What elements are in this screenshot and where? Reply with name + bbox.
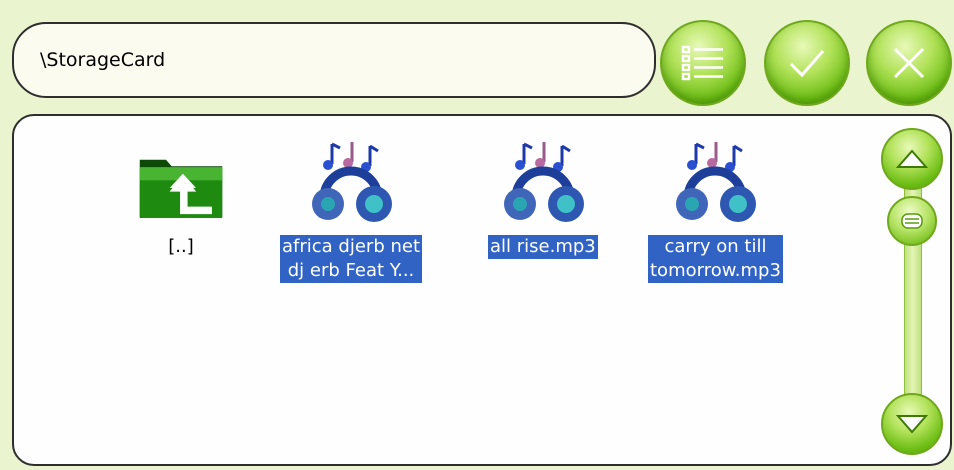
grip-icon — [901, 213, 923, 229]
scroll-up-button[interactable] — [881, 128, 943, 190]
triangle-up-icon — [895, 149, 929, 168]
file-label: [..] — [168, 236, 194, 257]
file-label: africa djerb net dj erb Feat Y... — [280, 235, 423, 283]
headphones-music-icon — [498, 140, 588, 230]
file-browser-panel: [..] africa djerb net dj erb Feat Y... a… — [12, 114, 952, 466]
file-item-parent[interactable]: [..] — [136, 140, 226, 259]
file-item-audio[interactable]: carry on till tomorrow.mp3 — [648, 140, 783, 283]
checkmark-icon — [789, 50, 825, 78]
headphones-music-icon — [670, 140, 760, 230]
folder-up-icon — [136, 140, 226, 230]
headphones-music-icon — [306, 140, 396, 230]
list-icon — [681, 45, 723, 81]
path-text: \StorageCard — [40, 49, 166, 71]
file-label: all rise.mp3 — [488, 235, 598, 259]
file-label: carry on till tomorrow.mp3 — [648, 235, 783, 283]
file-item-audio[interactable]: all rise.mp3 — [488, 140, 598, 259]
close-button[interactable] — [866, 20, 952, 106]
triangle-down-icon — [895, 415, 929, 434]
scrollbar-thumb[interactable] — [887, 196, 937, 246]
file-item-audio[interactable]: africa djerb net dj erb Feat Y... — [280, 140, 423, 283]
close-icon — [893, 47, 925, 79]
scroll-down-button[interactable] — [881, 393, 943, 455]
list-view-button[interactable] — [660, 20, 746, 106]
path-field[interactable]: \StorageCard — [12, 22, 656, 98]
confirm-button[interactable] — [764, 20, 850, 106]
